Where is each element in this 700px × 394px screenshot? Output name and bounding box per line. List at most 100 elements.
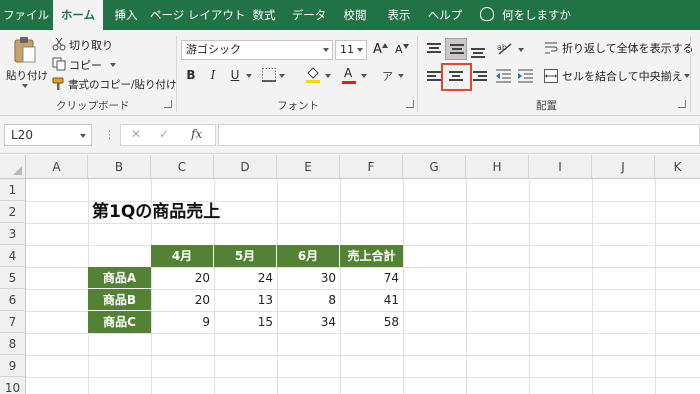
row-header-2[interactable]: 2 <box>0 201 26 223</box>
row-header-1[interactable]: 1 <box>0 179 26 201</box>
row-header-9[interactable]: 9 <box>0 355 26 377</box>
row-header-10[interactable]: 10 <box>0 377 26 394</box>
alignment-dialog-launcher[interactable] <box>678 100 686 108</box>
align-center-highlight <box>441 63 472 91</box>
orientation-button[interactable]: ab <box>497 40 525 58</box>
chevron-down-icon <box>246 74 252 78</box>
table-cell[interactable]: 20 <box>151 289 214 311</box>
insert-function-button[interactable]: fx <box>191 127 202 141</box>
column-header-i[interactable]: I <box>529 155 592 179</box>
chevron-down-icon <box>357 48 363 52</box>
wrap-text-icon <box>545 42 558 54</box>
cut-button[interactable]: 切り取り <box>52 36 122 52</box>
tab-home[interactable]: ホーム <box>53 0 103 31</box>
font-name-select[interactable]: 游ゴシック <box>181 40 333 60</box>
tab-data[interactable]: データ <box>286 0 332 30</box>
name-box[interactable]: L20 <box>4 124 92 146</box>
sheet-title-cell[interactable]: 第1Qの商品売上 <box>92 202 292 223</box>
table-cell[interactable]: 30 <box>277 267 340 289</box>
row-header-8[interactable]: 8 <box>0 333 26 355</box>
caret-up-icon <box>382 43 388 48</box>
middle-align-button[interactable] <box>445 38 467 60</box>
table-cell[interactable]: 34 <box>277 311 340 333</box>
tab-formulas[interactable]: 数式 <box>244 0 284 30</box>
column-header-g[interactable]: G <box>403 155 466 179</box>
table-header-cell[interactable]: 6月 <box>277 245 340 267</box>
bold-button[interactable]: B <box>182 66 200 84</box>
wrap-text-button[interactable]: 折り返して全体を表示する <box>544 39 694 57</box>
clipboard-dialog-launcher[interactable] <box>164 100 172 108</box>
underline-button[interactable]: U <box>226 66 244 84</box>
formula-input[interactable] <box>218 124 700 146</box>
merge-center-button[interactable]: セルを結合して中央揃え <box>544 67 694 85</box>
tab-insert[interactable]: 挿入 <box>104 0 148 30</box>
tab-review[interactable]: 校閲 <box>334 0 376 30</box>
column-header-f[interactable]: F <box>340 155 403 179</box>
column-header-d[interactable]: D <box>214 155 277 179</box>
row-header-4[interactable]: 4 <box>0 245 26 267</box>
font-color-button[interactable]: A <box>341 66 369 84</box>
row-header-3[interactable]: 3 <box>0 223 26 245</box>
format-painter-button[interactable]: 書式のコピー/貼り付け <box>52 76 177 92</box>
table-header-cell[interactable]: 4月 <box>151 245 214 267</box>
column-header-h[interactable]: H <box>466 155 529 179</box>
italic-button[interactable]: I <box>204 66 222 84</box>
column-header-b[interactable]: B <box>88 155 151 179</box>
table-cell[interactable]: 41 <box>340 289 403 311</box>
table-row-label[interactable]: 商品B <box>88 289 151 311</box>
table-cell[interactable]: 13 <box>214 289 277 311</box>
top-align-button[interactable] <box>426 42 442 56</box>
worksheet-grid[interactable]: A B C D E F G H I J K 1 2 3 4 5 6 7 8 9 … <box>0 155 700 394</box>
align-right-button[interactable] <box>472 70 488 84</box>
table-cell[interactable]: 24 <box>214 267 277 289</box>
chevron-down-icon <box>361 74 367 78</box>
decrease-indent-button[interactable] <box>495 68 513 84</box>
table-cell[interactable]: 58 <box>340 311 403 333</box>
align-left-button[interactable] <box>426 70 442 84</box>
shrink-font-button[interactable]: A <box>393 41 411 59</box>
tell-me-search[interactable]: 何をしますか <box>480 0 571 30</box>
column-header-a[interactable]: A <box>26 155 88 179</box>
table-header-cell[interactable]: 売上合計 <box>340 245 403 267</box>
copy-button[interactable]: コピー <box>52 56 122 72</box>
chevron-down-icon <box>518 48 524 52</box>
borders-icon <box>262 68 276 82</box>
cancel-button[interactable]: ✕ <box>131 127 141 141</box>
grow-font-button[interactable]: A <box>371 41 389 59</box>
table-row-label[interactable]: 商品A <box>88 267 151 289</box>
group-divider <box>176 36 177 112</box>
scissors-icon <box>52 37 66 51</box>
borders-button[interactable] <box>260 66 288 84</box>
tab-page-layout[interactable]: ページ レイアウト <box>150 0 245 30</box>
table-header-cell[interactable]: 5月 <box>214 245 277 267</box>
phonetic-guide-button[interactable]: ア <box>380 66 406 84</box>
increase-indent-button[interactable] <box>517 68 535 84</box>
tab-help[interactable]: ヘルプ <box>422 0 468 30</box>
table-cell[interactable]: 9 <box>151 311 214 333</box>
bottom-align-button[interactable] <box>470 44 486 58</box>
chevron-down-icon <box>279 74 285 78</box>
column-header-j[interactable]: J <box>592 155 655 179</box>
table-cell[interactable]: 74 <box>340 267 403 289</box>
paintbrush-icon <box>52 77 64 90</box>
tab-view[interactable]: 表示 <box>378 0 420 30</box>
paste-button[interactable]: 貼り付け <box>4 34 48 90</box>
row-header-7[interactable]: 7 <box>0 311 26 333</box>
column-header-c[interactable]: C <box>151 155 214 179</box>
font-dialog-launcher[interactable] <box>406 100 414 108</box>
table-row-label[interactable]: 商品C <box>88 311 151 333</box>
table-cell[interactable]: 15 <box>214 311 277 333</box>
enter-button[interactable]: ✓ <box>159 127 169 141</box>
row-header-6[interactable]: 6 <box>0 289 26 311</box>
ribbon-tab-bar: ファイル ホーム 挿入 ページ レイアウト 数式 データ 校閲 表示 ヘルプ 何… <box>0 0 700 31</box>
column-header-k[interactable]: K <box>655 155 700 179</box>
clipboard-icon <box>14 37 36 63</box>
table-cell[interactable]: 20 <box>151 267 214 289</box>
font-size-select[interactable]: 11 <box>335 40 367 60</box>
table-cell[interactable]: 8 <box>277 289 340 311</box>
tab-file[interactable]: ファイル <box>0 0 52 30</box>
fill-color-button[interactable] <box>303 66 335 84</box>
column-header-e[interactable]: E <box>277 155 340 179</box>
row-header-5[interactable]: 5 <box>0 267 26 289</box>
select-all-button[interactable] <box>0 155 26 179</box>
